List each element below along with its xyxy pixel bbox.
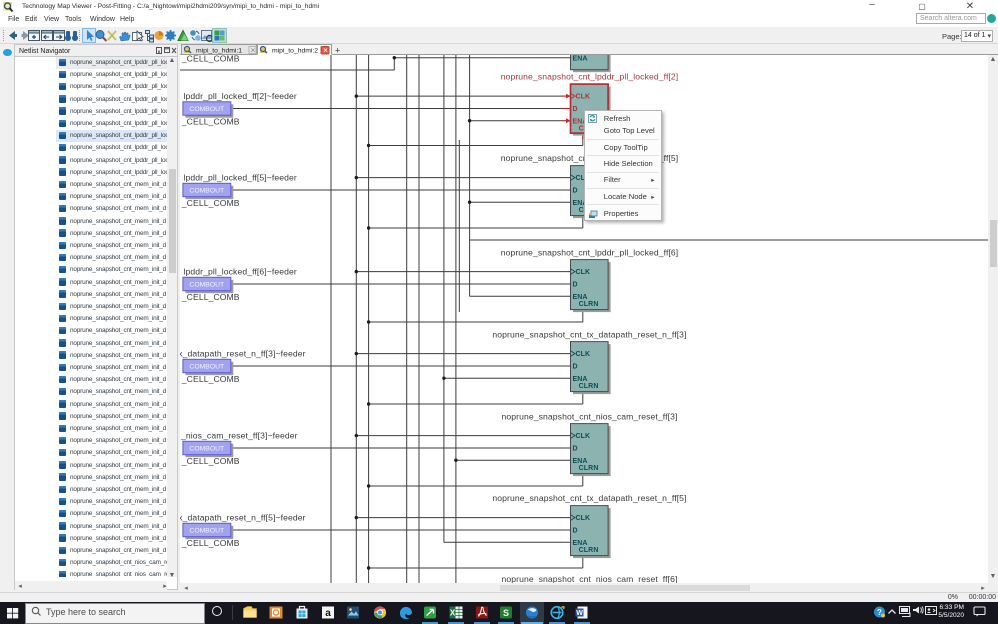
svg-text:ENA: ENA bbox=[573, 376, 588, 383]
svg-text:COMBOUT: COMBOUT bbox=[189, 445, 224, 452]
svg-text:D: D bbox=[573, 364, 578, 371]
svg-text:+: + bbox=[335, 46, 340, 56]
svg-text:✕: ✕ bbox=[323, 48, 328, 55]
svg-text:x_datapath_reset_n_ff[3]~feede: x_datapath_reset_n_ff[3]~feeder bbox=[180, 349, 306, 359]
svg-text:noprune_snapshot_cnt_tx_datapa: noprune_snapshot_cnt_tx_datapath_reset_n… bbox=[492, 493, 686, 503]
svg-text:noprune_snapshot_cnt_tx_datapa: noprune_snapshot_cnt_tx_datapath_reset_n… bbox=[492, 329, 686, 339]
svg-text:ENA: ENA bbox=[573, 458, 588, 465]
svg-text:D: D bbox=[573, 282, 578, 289]
svg-text:COMBOUT: COMBOUT bbox=[189, 363, 224, 370]
svg-text:noprune_snapshot_cnt_lpddr_pll: noprune_snapshot_cnt_lpddr_pll_locked_ff… bbox=[501, 72, 679, 82]
svg-text:CLK: CLK bbox=[576, 94, 591, 101]
svg-text:CLRN: CLRN bbox=[579, 301, 599, 308]
svg-text:a: a bbox=[325, 608, 331, 619]
svg-text:noprune_snapshot_cnt_nios_cam_: noprune_snapshot_cnt_nios_cam_reset_ff[3… bbox=[502, 412, 678, 422]
svg-text:X: X bbox=[450, 609, 456, 618]
svg-text:noprune_snapshot_cnt_lpddr_pll: noprune_snapshot_cnt_lpddr_pll_locked_ff… bbox=[501, 247, 679, 257]
svg-text:ENA: ENA bbox=[573, 56, 588, 63]
svg-text:lpddr_pll_locked_ff[6]~feeder: lpddr_pll_locked_ff[6]~feeder bbox=[184, 267, 297, 277]
svg-text:ENA: ENA bbox=[573, 294, 588, 301]
svg-text:D: D bbox=[573, 528, 578, 535]
svg-text:CLRN: CLRN bbox=[579, 383, 599, 390]
svg-text:D: D bbox=[573, 446, 578, 453]
svg-text:lpddr_pll_locked_ff[2]~feeder: lpddr_pll_locked_ff[2]~feeder bbox=[184, 91, 297, 101]
svg-text:lpddr_pll_locked_ff[5]~feeder: lpddr_pll_locked_ff[5]~feeder bbox=[184, 173, 297, 183]
svg-text:_CELL_COMB: _CELL_COMB bbox=[181, 116, 240, 126]
svg-text:mipi_to_hdmi:1: mipi_to_hdmi:1 bbox=[196, 47, 242, 54]
svg-text:COMBOUT: COMBOUT bbox=[189, 187, 224, 194]
svg-text:CLK: CLK bbox=[576, 515, 591, 522]
svg-text:D: D bbox=[573, 106, 578, 113]
svg-text:COMBOUT: COMBOUT bbox=[189, 281, 224, 288]
svg-text:noprune_snapshot_cnt_nios_cam_: noprune_snapshot_cnt_nios_cam_reset_ff[6… bbox=[502, 574, 678, 583]
svg-text:x_datapath_reset_n_ff[5]~feede: x_datapath_reset_n_ff[5]~feeder bbox=[180, 513, 306, 523]
svg-text:D: D bbox=[573, 188, 578, 195]
svg-text:CLK: CLK bbox=[576, 433, 591, 440]
svg-text:_CELL_COMB: _CELL_COMB bbox=[181, 198, 240, 208]
svg-text:COMBOUT: COMBOUT bbox=[189, 106, 224, 113]
svg-text:mipi_to_hdmi:2: mipi_to_hdmi:2 bbox=[272, 47, 318, 54]
svg-text:_CELL_COMB: _CELL_COMB bbox=[181, 374, 240, 384]
svg-text:CLRN: CLRN bbox=[579, 547, 599, 554]
svg-text:_CELL_COMB: _CELL_COMB bbox=[181, 456, 240, 466]
svg-text:_CELL_COMB: _CELL_COMB bbox=[181, 292, 240, 302]
svg-text:CLK: CLK bbox=[576, 351, 591, 358]
svg-text:W: W bbox=[576, 610, 583, 617]
svg-text:✕: ✕ bbox=[250, 47, 255, 54]
svg-text:CLRN: CLRN bbox=[579, 465, 599, 472]
svg-text:_CELL_COMB: _CELL_COMB bbox=[181, 55, 240, 63]
svg-text:S: S bbox=[503, 608, 509, 618]
svg-text:_CELL_COMB: _CELL_COMB bbox=[181, 538, 240, 548]
svg-text:COMBOUT: COMBOUT bbox=[189, 527, 224, 534]
svg-text:CLK: CLK bbox=[576, 269, 591, 276]
svg-text:_nios_cam_reset_ff[3]~feeder: _nios_cam_reset_ff[3]~feeder bbox=[180, 431, 298, 441]
svg-text:ENA: ENA bbox=[573, 540, 588, 547]
